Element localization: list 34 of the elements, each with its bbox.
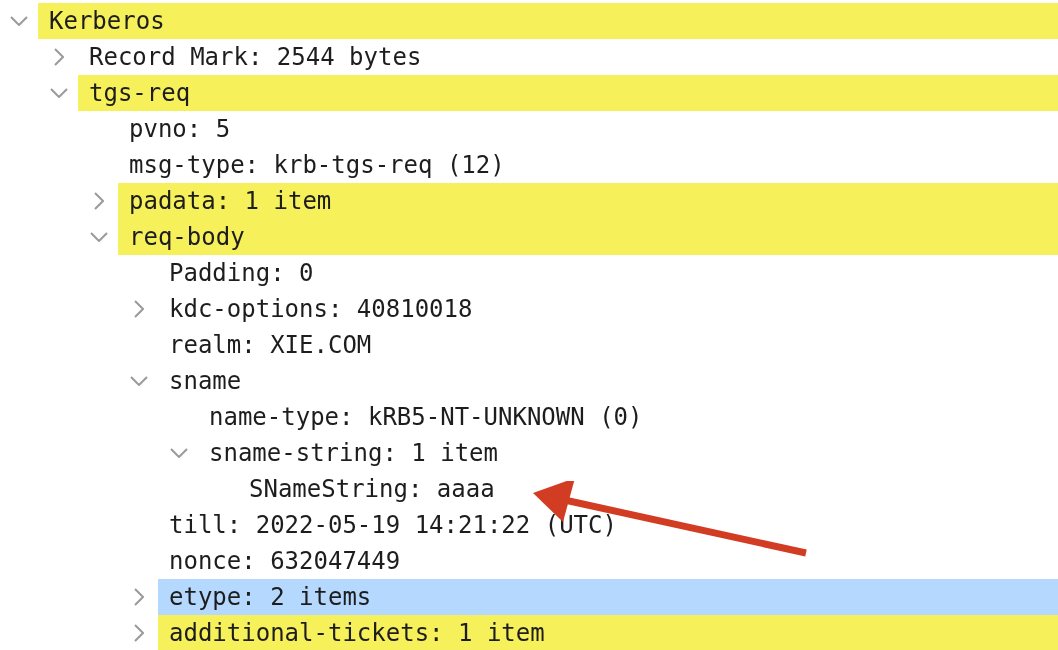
- row-highlight[interactable]: etype: 2 items: [158, 579, 1058, 615]
- chevron-down-icon[interactable]: [10, 16, 28, 26]
- chevron-right-icon[interactable]: [94, 192, 104, 210]
- tree-item-label: Kerberos: [49, 7, 165, 35]
- row-highlight[interactable]: padata: 1 item: [118, 183, 1058, 219]
- tree-item-label[interactable]: till: 2022-05-19 14:21:22 (UTC): [169, 511, 617, 539]
- tree-item-label[interactable]: sname-string: 1 item: [209, 439, 498, 467]
- chevron-down-icon[interactable]: [130, 376, 148, 386]
- tree-item-label: tgs-req: [89, 79, 191, 107]
- row-highlight[interactable]: tgs-req: [78, 75, 1058, 111]
- tree-item-label[interactable]: nonce: 632047449: [169, 547, 401, 575]
- tree-item-label[interactable]: msg-type: krb-tgs-req (12): [129, 151, 505, 179]
- chevron-right-icon[interactable]: [134, 624, 144, 642]
- tree-item-label: padata: 1 item: [129, 187, 332, 215]
- tree-item-label: additional-tickets: 1 item: [169, 619, 545, 647]
- chevron-right-icon[interactable]: [54, 48, 64, 66]
- tree-item-label[interactable]: Padding: 0: [169, 259, 314, 287]
- row-highlight[interactable]: additional-tickets: 1 item: [158, 615, 1058, 650]
- tree-item-label[interactable]: SNameString: aaaa: [249, 475, 495, 503]
- tree-item-label[interactable]: Record Mark: 2544 bytes: [89, 43, 422, 71]
- tree-item-label[interactable]: sname: [169, 367, 242, 395]
- chevron-right-icon[interactable]: [134, 588, 144, 606]
- chevron-down-icon[interactable]: [50, 88, 68, 98]
- chevron-down-icon[interactable]: [170, 448, 188, 458]
- row-highlight[interactable]: Kerberos: [38, 3, 1058, 39]
- row-highlight[interactable]: req-body: [118, 219, 1058, 255]
- chevron-down-icon[interactable]: [90, 232, 108, 242]
- tree-item-label: etype: 2 items: [169, 583, 372, 611]
- tree-item-label[interactable]: realm: XIE.COM: [169, 331, 372, 359]
- tree-item-label: req-body: [129, 223, 245, 251]
- chevron-right-icon[interactable]: [134, 300, 144, 318]
- tree-item-label[interactable]: name-type: kRB5-NT-UNKNOWN (0): [209, 403, 643, 431]
- tree-item-label[interactable]: kdc-options: 40810018: [169, 295, 473, 323]
- tree-item-label[interactable]: pvno: 5: [129, 115, 231, 143]
